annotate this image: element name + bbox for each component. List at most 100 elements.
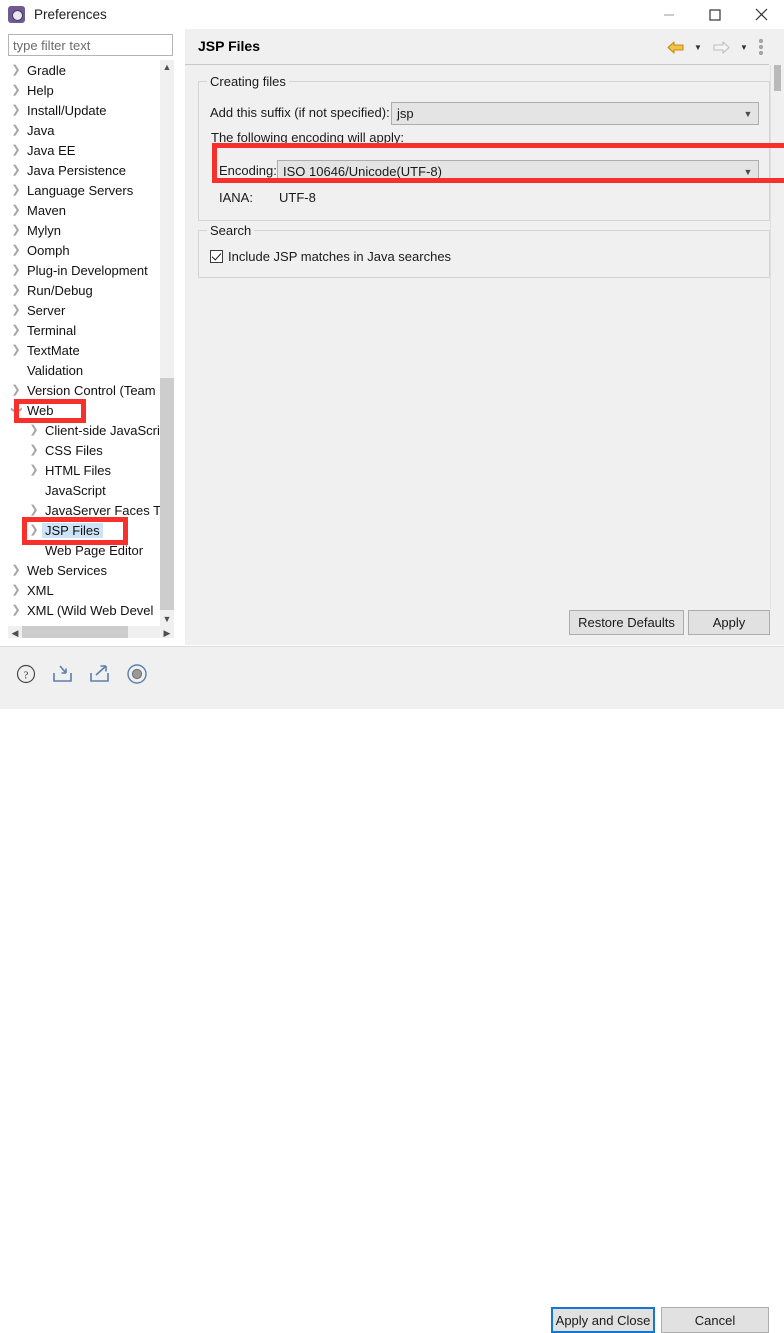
cancel-button[interactable]: Cancel: [661, 1307, 769, 1333]
sidebar-item-language-servers[interactable]: ❯ Language Servers: [8, 180, 160, 200]
chevron-down-icon[interactable]: ❯: [11, 402, 23, 418]
chevron-right-icon[interactable]: ❯: [8, 204, 24, 216]
forward-dropdown-icon[interactable]: ▼: [736, 36, 752, 58]
sidebar-item-textmate[interactable]: ❯ TextMate: [8, 340, 160, 360]
close-icon[interactable]: [738, 0, 784, 29]
back-arrow-icon[interactable]: [662, 36, 688, 58]
tree-scrollbar-thumb[interactable]: [160, 378, 174, 610]
sidebar-item-java-ee[interactable]: ❯ Java EE: [8, 140, 160, 160]
chevron-right-icon[interactable]: ❯: [8, 284, 24, 296]
chevron-right-icon[interactable]: ❯: [8, 304, 24, 316]
sidebar-item-oomph[interactable]: ❯ Oomph: [8, 240, 160, 260]
sidebar-item-maven[interactable]: ❯ Maven: [8, 200, 160, 220]
suffix-combo[interactable]: jsp ▼: [391, 102, 759, 125]
tree-vertical-scrollbar[interactable]: ▲ ▼: [160, 60, 174, 626]
restore-defaults-button[interactable]: Restore Defaults: [569, 610, 684, 635]
sidebar-item-xml-wild-web-devel[interactable]: ❯ XML (Wild Web Devel: [8, 600, 160, 620]
view-menu-icon[interactable]: [754, 36, 768, 58]
svg-text:?: ?: [24, 670, 29, 682]
sidebar-item-web[interactable]: ❯ Web: [8, 400, 160, 420]
chevron-right-icon[interactable]: ❯: [26, 424, 42, 436]
chevron-right-icon[interactable]: ❯: [8, 344, 24, 356]
chevron-right-icon[interactable]: ❯: [8, 564, 24, 576]
sidebar-item-label: Java Persistence: [27, 162, 126, 178]
chevron-right-icon[interactable]: ❯: [8, 64, 24, 76]
sidebar-item-web-services[interactable]: ❯ Web Services: [8, 560, 160, 580]
chevron-right-icon[interactable]: ❯: [8, 144, 24, 156]
chevron-right-icon[interactable]: ❯: [8, 384, 24, 396]
search-input[interactable]: [8, 34, 173, 56]
record-icon[interactable]: [123, 660, 151, 688]
page-nav-toolbar: ▼ ▼: [662, 36, 768, 58]
sidebar-item-label: TextMate: [27, 342, 80, 358]
chevron-right-icon[interactable]: ❯: [26, 464, 42, 476]
chevron-down-icon: ▼: [743, 108, 753, 119]
creating-files-legend: Creating files: [207, 74, 289, 89]
sidebar-item-install-update[interactable]: ❯ Install/Update: [8, 100, 160, 120]
sidebar-item-label: Version Control (Team: [27, 382, 156, 398]
sidebar-item-html-files[interactable]: ❯ HTML Files: [8, 460, 160, 480]
preferences-tree[interactable]: ❯ Gradle ❯ Help ❯ Install/Update ❯ Java ❯ Java EE…: [8, 60, 161, 626]
encoding-combo[interactable]: ISO 10646/Unicode(UTF-8) ▼: [277, 160, 759, 183]
tree-horizontal-scrollbar[interactable]: ◀ ▶: [8, 626, 174, 638]
chevron-right-icon[interactable]: ❯: [8, 224, 24, 236]
chevron-down-icon: ▼: [743, 166, 753, 177]
chevron-right-icon[interactable]: ❯: [8, 104, 24, 116]
chevron-right-icon[interactable]: ❯: [8, 324, 24, 336]
content-vertical-scrollbar[interactable]: [770, 65, 783, 609]
minimize-icon[interactable]: [646, 0, 692, 29]
apply-button[interactable]: Apply: [688, 610, 770, 635]
sidebar-item-java-persistence[interactable]: ❯ Java Persistence: [8, 160, 160, 180]
sidebar-item-label: XML: [27, 582, 54, 598]
sidebar-item-web-page-editor[interactable]: Web Page Editor: [8, 540, 160, 560]
sidebar-item-label: CSS Files: [45, 442, 103, 458]
filter-input-wrapper: [8, 34, 173, 56]
sidebar-item-validation[interactable]: Validation: [8, 360, 160, 380]
chevron-right-icon[interactable]: ❯: [8, 164, 24, 176]
scroll-right-icon[interactable]: ▶: [160, 626, 174, 638]
sidebar-item-version-control-team[interactable]: ❯ Version Control (Team: [8, 380, 160, 400]
sidebar-item-jsp-files[interactable]: ❯ JSP Files: [8, 520, 160, 540]
chevron-right-icon[interactable]: ❯: [8, 584, 24, 596]
chevron-right-icon[interactable]: ❯: [26, 524, 42, 536]
scroll-down-icon[interactable]: ▼: [160, 612, 174, 626]
sidebar-item-label: Oomph: [27, 242, 70, 258]
preference-page-panel: JSP Files ▼ ▼ Creating files Add this su…: [185, 29, 784, 645]
sidebar-item-javaserver-faces-to[interactable]: ❯ JavaServer Faces To: [8, 500, 160, 520]
scroll-left-icon[interactable]: ◀: [8, 626, 22, 638]
checkbox-checked-icon[interactable]: [210, 250, 223, 263]
sidebar-item-mylyn[interactable]: ❯ Mylyn: [8, 220, 160, 240]
search-legend: Search: [207, 223, 255, 238]
export-icon[interactable]: [86, 660, 114, 688]
forward-arrow-icon[interactable]: [708, 36, 734, 58]
chevron-right-icon[interactable]: ❯: [8, 244, 24, 256]
chevron-right-icon[interactable]: ❯: [26, 504, 42, 516]
content-scrollbar-thumb[interactable]: [774, 65, 781, 91]
sidebar-item-plug-in-development[interactable]: ❯ Plug-in Development: [8, 260, 160, 280]
maximize-icon[interactable]: [692, 0, 738, 29]
chevron-right-icon[interactable]: ❯: [8, 124, 24, 136]
sidebar-item-terminal[interactable]: ❯ Terminal: [8, 320, 160, 340]
sidebar-item-javascript[interactable]: JavaScript: [8, 480, 160, 500]
sidebar-item-label: Run/Debug: [27, 282, 93, 298]
back-dropdown-icon[interactable]: ▼: [690, 36, 706, 58]
import-icon[interactable]: [49, 660, 77, 688]
help-icon[interactable]: ?: [12, 660, 40, 688]
include-jsp-matches-checkbox-row[interactable]: Include JSP matches in Java searches: [210, 249, 451, 264]
chevron-right-icon[interactable]: ❯: [8, 184, 24, 196]
sidebar-item-java[interactable]: ❯ Java: [8, 120, 160, 140]
sidebar-item-run-debug[interactable]: ❯ Run/Debug: [8, 280, 160, 300]
chevron-right-icon[interactable]: ❯: [8, 264, 24, 276]
scroll-up-icon[interactable]: ▲: [160, 60, 174, 74]
sidebar-item-client-side-javascri[interactable]: ❯ Client-side JavaScri: [8, 420, 160, 440]
chevron-right-icon[interactable]: ❯: [26, 444, 42, 456]
chevron-right-icon[interactable]: ❯: [8, 84, 24, 96]
sidebar-item-server[interactable]: ❯ Server: [8, 300, 160, 320]
sidebar-item-help[interactable]: ❯ Help: [8, 80, 160, 100]
sidebar-item-css-files[interactable]: ❯ CSS Files: [8, 440, 160, 460]
sidebar-item-gradle[interactable]: ❯ Gradle: [8, 60, 160, 80]
apply-and-close-button[interactable]: Apply and Close: [551, 1307, 655, 1333]
tree-hscrollbar-thumb[interactable]: [22, 626, 128, 638]
chevron-right-icon[interactable]: ❯: [8, 604, 24, 616]
sidebar-item-xml[interactable]: ❯ XML: [8, 580, 160, 600]
